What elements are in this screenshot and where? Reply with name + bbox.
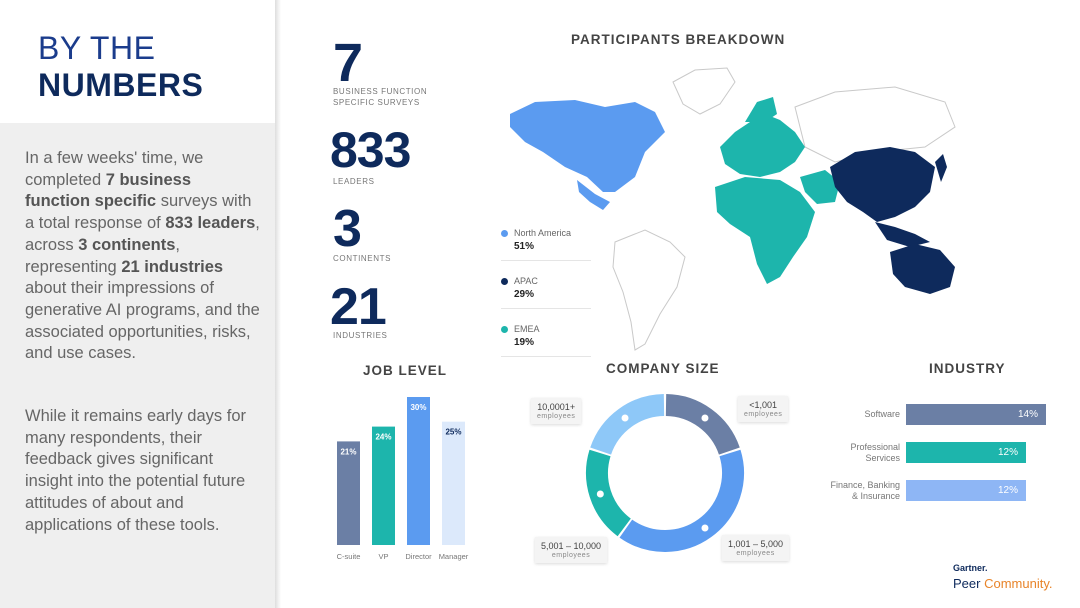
industry-label: Software xyxy=(864,409,900,419)
slice-marker xyxy=(701,414,709,422)
logo-peer-text: Peer xyxy=(953,576,985,591)
job-level-chart: 21% C-suite 24% VP 30% Director 25% Manager xyxy=(337,397,469,561)
australia-shape xyxy=(890,244,955,294)
donut-label: 5,001 – 10,000 employees xyxy=(535,537,608,563)
company-size-slice xyxy=(590,394,665,455)
donut-label-unit: employees xyxy=(736,550,775,557)
industry-value: 12% xyxy=(997,485,1018,496)
legend-name: EMEA xyxy=(514,324,540,334)
legend-item: North America 51% xyxy=(501,228,591,261)
slice-marker xyxy=(621,414,629,422)
north-america-shape xyxy=(510,100,665,192)
legend-dot-apac xyxy=(501,278,508,285)
donut-label-unit: employees xyxy=(744,411,783,418)
industry-label: Finance, Banking & Insurance xyxy=(830,480,900,501)
donut-label: 1,001 – 5,000 employees xyxy=(722,535,790,561)
europe-shape xyxy=(720,114,805,177)
page-title-line2: NUMBERS xyxy=(38,67,204,103)
donut-label-size: 1,001 – 5,000 xyxy=(728,539,784,549)
stat-leaders-value: 833 xyxy=(330,122,411,178)
intro-highlight: 833 leaders xyxy=(165,214,256,233)
legend-item: EMEA 19% xyxy=(501,324,591,357)
industry-chart: Software 14% Professional Services 12% Finan… xyxy=(820,404,1060,514)
japan-shape xyxy=(935,154,947,182)
intro-text: about their impressions of generative AI… xyxy=(25,279,260,363)
job-level-category: Director xyxy=(405,552,432,561)
job-level-bar xyxy=(442,421,465,545)
stat-continents-value: 3 xyxy=(333,200,362,258)
legend-dot-north-america xyxy=(501,230,508,237)
company-size-slice xyxy=(665,394,740,455)
stat-leaders-label: LEADERS xyxy=(333,177,375,186)
intro-paragraph-1: In a few weeks' time, we completed 7 bus… xyxy=(25,148,260,365)
donut-label: <1,001 employees xyxy=(738,396,789,422)
gartner-logo: Gartner. xyxy=(953,563,988,573)
industry-value: 12% xyxy=(997,447,1018,458)
company-size-heading: COMPANY SIZE xyxy=(606,361,720,376)
industry-label: Professional Services xyxy=(850,442,900,463)
industry-bar: 12% xyxy=(906,480,1026,501)
industry-value: 14% xyxy=(1017,409,1038,420)
job-level-category: Manager xyxy=(439,552,469,561)
donut-label-size: 5,001 – 10,000 xyxy=(541,541,602,551)
company-size-slice xyxy=(586,449,632,537)
donut-label-size: <1,001 xyxy=(749,400,778,410)
asia-shape xyxy=(830,147,935,222)
legend-name: APAC xyxy=(514,276,538,286)
intro-highlight: 3 continents xyxy=(78,235,176,254)
stat-surveys-value: 7 xyxy=(333,33,363,93)
industry-bar: 12% xyxy=(906,442,1026,463)
industry-bar: 14% xyxy=(906,404,1046,425)
legend-pct: 29% xyxy=(514,289,535,300)
legend-dot-emea xyxy=(501,326,508,333)
job-level-bar xyxy=(337,441,360,545)
peer-community-logo: Peer Community. xyxy=(953,576,1052,591)
slice-marker xyxy=(596,490,604,498)
job-level-category: VP xyxy=(378,552,388,561)
industry-heading: INDUSTRY xyxy=(929,361,1006,376)
job-level-value: 21% xyxy=(340,447,356,456)
panel-shadow xyxy=(275,0,281,608)
job-level-value: 24% xyxy=(375,433,391,442)
job-level-value: 25% xyxy=(445,428,461,437)
job-level-bar xyxy=(407,397,430,545)
company-size-slice xyxy=(619,449,744,552)
logo-community-text: Community. xyxy=(984,576,1053,591)
company-size-chart xyxy=(586,394,744,552)
intro-paragraph-2: While it remains early days for many res… xyxy=(25,407,246,534)
greenland-shape xyxy=(672,67,736,115)
job-level-bar xyxy=(372,426,395,545)
job-level-value: 30% xyxy=(410,403,426,412)
south-america-shape xyxy=(612,229,686,351)
participants-heading: PARTICIPANTS BREAKDOWN xyxy=(571,32,786,47)
job-level-category: C-suite xyxy=(337,552,361,561)
donut-label-size: 10,0001+ xyxy=(537,402,576,412)
donut-label: 10,0001+ employees xyxy=(531,398,582,424)
donut-label-unit: employees xyxy=(537,413,576,420)
legend: North America 51% APAC 29% EMEA 19% xyxy=(501,228,591,357)
legend-pct: 51% xyxy=(514,241,535,252)
page-title-line1: BY THE xyxy=(38,30,156,66)
slice-marker xyxy=(701,524,709,532)
job-level-heading: JOB LEVEL xyxy=(363,363,448,378)
africa-shape xyxy=(715,177,815,284)
legend-item: APAC 29% xyxy=(501,276,591,309)
stat-industries-label: INDUSTRIES xyxy=(333,331,388,340)
legend-name: North America xyxy=(514,228,572,238)
stat-continents-label: CONTINENTS xyxy=(333,254,391,263)
stat-surveys-label: BUSINESS FUNCTION SPECIFIC SURVEYS xyxy=(333,87,428,107)
donut-label-unit: employees xyxy=(551,552,591,559)
intro-highlight: 21 industries xyxy=(121,257,224,276)
stat-industries-value: 21 xyxy=(330,278,387,336)
southeast-asia-shape xyxy=(875,222,930,247)
legend-pct: 19% xyxy=(514,337,535,348)
